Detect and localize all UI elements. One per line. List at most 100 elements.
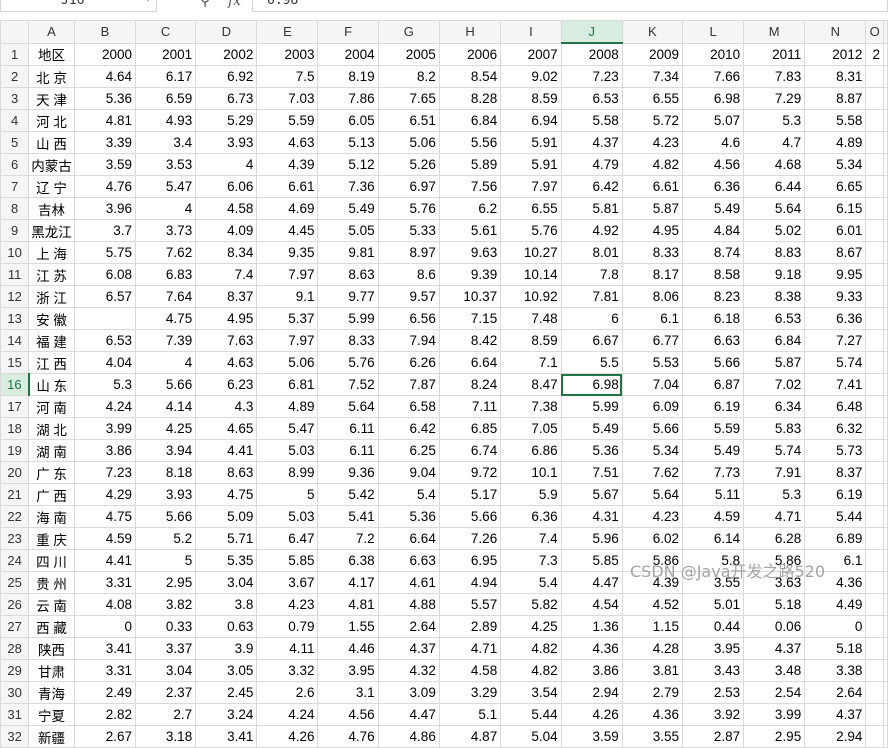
cell-E31[interactable]: 4.24	[256, 703, 319, 726]
cell-J2[interactable]: 7.23	[560, 65, 623, 88]
cell-N8[interactable]: 6.15	[804, 197, 867, 220]
cell-J15[interactable]: 5.5	[560, 351, 623, 374]
cell-E8[interactable]: 4.69	[256, 197, 319, 220]
cell-L29[interactable]: 3.43	[681, 659, 745, 682]
cell-H5[interactable]: 5.56	[438, 131, 502, 154]
cell-L32[interactable]: 2.87	[681, 725, 745, 748]
cell-I17[interactable]: 7.38	[500, 395, 562, 418]
cell-A26[interactable]: 云 南	[28, 593, 75, 616]
cell-L18[interactable]: 5.59	[681, 417, 745, 440]
cell-E12[interactable]: 9.1	[256, 285, 319, 308]
cell-overflow[interactable]	[883, 373, 888, 396]
cell-O23[interactable]	[865, 527, 884, 550]
cell-O11[interactable]	[865, 263, 884, 286]
cell-F1[interactable]: 2004	[317, 42, 379, 66]
cell-overflow[interactable]	[883, 461, 888, 484]
cell-H21[interactable]: 5.17	[438, 483, 502, 506]
cell-B14[interactable]: 6.53	[73, 329, 137, 352]
cell-H8[interactable]: 6.2	[438, 197, 502, 220]
row-header-20[interactable]: 20	[0, 461, 30, 484]
cell-H28[interactable]: 4.71	[438, 637, 502, 660]
cell-I29[interactable]: 4.82	[500, 659, 562, 682]
cell-A2[interactable]: 北 京	[28, 65, 75, 88]
cell-E1[interactable]: 2003	[256, 42, 319, 66]
cell-K19[interactable]: 5.34	[621, 439, 683, 462]
cell-O28[interactable]	[865, 637, 884, 660]
cell-O30[interactable]	[865, 681, 884, 704]
cell-E13[interactable]: 5.37	[256, 307, 319, 330]
cell-A20[interactable]: 广 东	[28, 461, 75, 484]
cell-A32[interactable]: 新疆	[28, 725, 75, 748]
cell-J27[interactable]: 1.36	[560, 615, 623, 638]
cell-E16[interactable]: 6.81	[256, 373, 319, 396]
cell-L23[interactable]: 6.14	[681, 527, 745, 550]
cell-C20[interactable]: 8.18	[134, 461, 197, 484]
cell-M23[interactable]: 6.28	[743, 527, 806, 550]
cell-B23[interactable]: 4.59	[73, 527, 137, 550]
cell-C2[interactable]: 6.17	[134, 65, 197, 88]
cell-N18[interactable]: 6.32	[804, 417, 867, 440]
cell-overflow[interactable]	[883, 263, 888, 286]
cell-C4[interactable]: 4.93	[134, 109, 197, 132]
cell-D17[interactable]: 4.3	[195, 395, 258, 418]
cell-N29[interactable]: 3.38	[804, 659, 867, 682]
cell-G1[interactable]: 2005	[377, 42, 440, 66]
cell-C26[interactable]: 3.82	[134, 593, 197, 616]
row-header-12[interactable]: 12	[0, 285, 30, 308]
cell-J21[interactable]: 5.67	[560, 483, 623, 506]
cell-B24[interactable]: 4.41	[73, 549, 137, 572]
row-header-26[interactable]: 26	[0, 593, 30, 616]
cell-F11[interactable]: 8.63	[317, 263, 379, 286]
cell-F21[interactable]: 5.42	[317, 483, 379, 506]
cell-M20[interactable]: 7.91	[743, 461, 806, 484]
cell-G5[interactable]: 5.06	[377, 131, 440, 154]
cell-A22[interactable]: 海 南	[28, 505, 75, 528]
cell-overflow[interactable]	[883, 681, 888, 704]
row-header-25[interactable]: 25	[0, 571, 30, 594]
cell-E6[interactable]: 4.39	[256, 153, 319, 176]
cell-K18[interactable]: 5.66	[621, 417, 683, 440]
cell-H16[interactable]: 8.24	[438, 373, 502, 396]
cell-K4[interactable]: 5.72	[621, 109, 683, 132]
cell-K26[interactable]: 4.52	[621, 593, 683, 616]
cell-J14[interactable]: 6.67	[560, 329, 623, 352]
column-header-j[interactable]: J	[560, 20, 623, 44]
cell-D32[interactable]: 3.41	[195, 725, 258, 748]
cell-H18[interactable]: 6.85	[438, 417, 502, 440]
cell-O9[interactable]	[865, 219, 884, 242]
cell-J7[interactable]: 6.42	[560, 175, 623, 198]
cell-M10[interactable]: 8.83	[743, 241, 806, 264]
cell-I16[interactable]: 8.47	[500, 373, 562, 396]
cell-L9[interactable]: 4.84	[681, 219, 745, 242]
cell-B4[interactable]: 4.81	[73, 109, 137, 132]
cell-D22[interactable]: 5.09	[195, 505, 258, 528]
cell-M19[interactable]: 5.74	[743, 439, 806, 462]
cell-A23[interactable]: 重 庆	[28, 527, 75, 550]
cell-B15[interactable]: 4.04	[73, 351, 137, 374]
fx-icon[interactable]: fx	[228, 0, 241, 9]
cell-N6[interactable]: 5.34	[804, 153, 867, 176]
row-header-4[interactable]: 4	[0, 109, 30, 132]
row-header-2[interactable]: 2	[0, 65, 30, 88]
cell-N31[interactable]: 4.37	[804, 703, 867, 726]
cell-C3[interactable]: 6.59	[134, 87, 197, 110]
row-header-13[interactable]: 13	[0, 307, 30, 330]
cell-I21[interactable]: 5.9	[500, 483, 562, 506]
cell-A10[interactable]: 上 海	[28, 241, 75, 264]
cell-K17[interactable]: 6.09	[621, 395, 683, 418]
cell-overflow[interactable]	[883, 42, 888, 66]
row-header-28[interactable]: 28	[0, 637, 30, 660]
cell-K15[interactable]: 5.53	[621, 351, 683, 374]
cell-J28[interactable]: 4.36	[560, 637, 623, 660]
cell-B27[interactable]: 0	[73, 615, 137, 638]
cell-G20[interactable]: 9.04	[377, 461, 440, 484]
cell-overflow[interactable]	[883, 703, 888, 726]
cell-K31[interactable]: 4.36	[621, 703, 683, 726]
cell-N15[interactable]: 5.74	[804, 351, 867, 374]
cell-O13[interactable]	[865, 307, 884, 330]
cell-I13[interactable]: 7.48	[500, 307, 562, 330]
cell-E14[interactable]: 7.97	[256, 329, 319, 352]
cell-H25[interactable]: 4.94	[438, 571, 502, 594]
cell-F15[interactable]: 5.76	[317, 351, 379, 374]
cell-D12[interactable]: 8.37	[195, 285, 258, 308]
